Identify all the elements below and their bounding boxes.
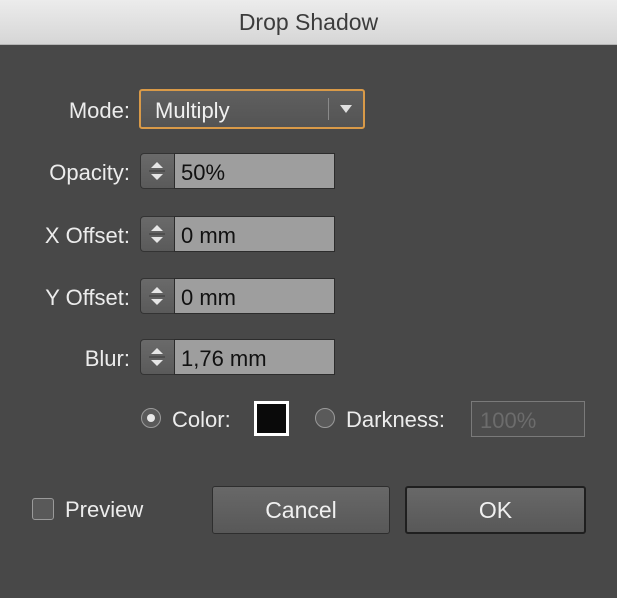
- blur-input[interactable]: 1,76 mm: [174, 339, 335, 375]
- darkness-radio[interactable]: [315, 408, 335, 428]
- x-offset-stepper[interactable]: [140, 216, 174, 252]
- color-label: Color:: [172, 407, 231, 432]
- preview-label: Preview: [65, 497, 144, 522]
- mode-select[interactable]: Multiply: [139, 89, 365, 129]
- darkness-input[interactable]: 100%: [471, 401, 585, 437]
- preview-checkbox[interactable]: [32, 498, 54, 520]
- color-radio[interactable]: [141, 408, 161, 428]
- opacity-stepper[interactable]: [140, 153, 174, 189]
- y-offset-input[interactable]: 0 mm: [174, 278, 335, 314]
- swatch-fill: [257, 404, 286, 433]
- x-offset-label: X Offset:: [44, 223, 130, 248]
- stepper-arrows-icon: [149, 348, 165, 366]
- mode-label: Mode:: [68, 98, 130, 123]
- y-offset-label: Y Offset:: [45, 285, 130, 310]
- x-offset-input[interactable]: 0 mm: [174, 216, 335, 252]
- drop-shadow-dialog: Drop Shadow Mode: Multiply Opacity: 50% …: [0, 0, 617, 598]
- select-divider: [328, 98, 329, 120]
- stepper-arrows-icon: [149, 287, 165, 305]
- stepper-arrows-icon: [149, 162, 165, 180]
- opacity-input[interactable]: 50%: [174, 153, 335, 189]
- chevron-down-icon: [340, 105, 352, 113]
- y-offset-stepper[interactable]: [140, 278, 174, 314]
- color-swatch[interactable]: [254, 401, 289, 436]
- opacity-label: Opacity:: [49, 160, 130, 185]
- dialog-title: Drop Shadow: [0, 0, 617, 45]
- blur-label: Blur:: [84, 346, 130, 371]
- ok-button[interactable]: OK: [405, 486, 586, 534]
- darkness-label: Darkness:: [346, 407, 446, 432]
- cancel-button[interactable]: Cancel: [212, 486, 390, 534]
- blur-stepper[interactable]: [140, 339, 174, 375]
- mode-select-value: Multiply: [155, 98, 230, 123]
- stepper-arrows-icon: [149, 225, 165, 243]
